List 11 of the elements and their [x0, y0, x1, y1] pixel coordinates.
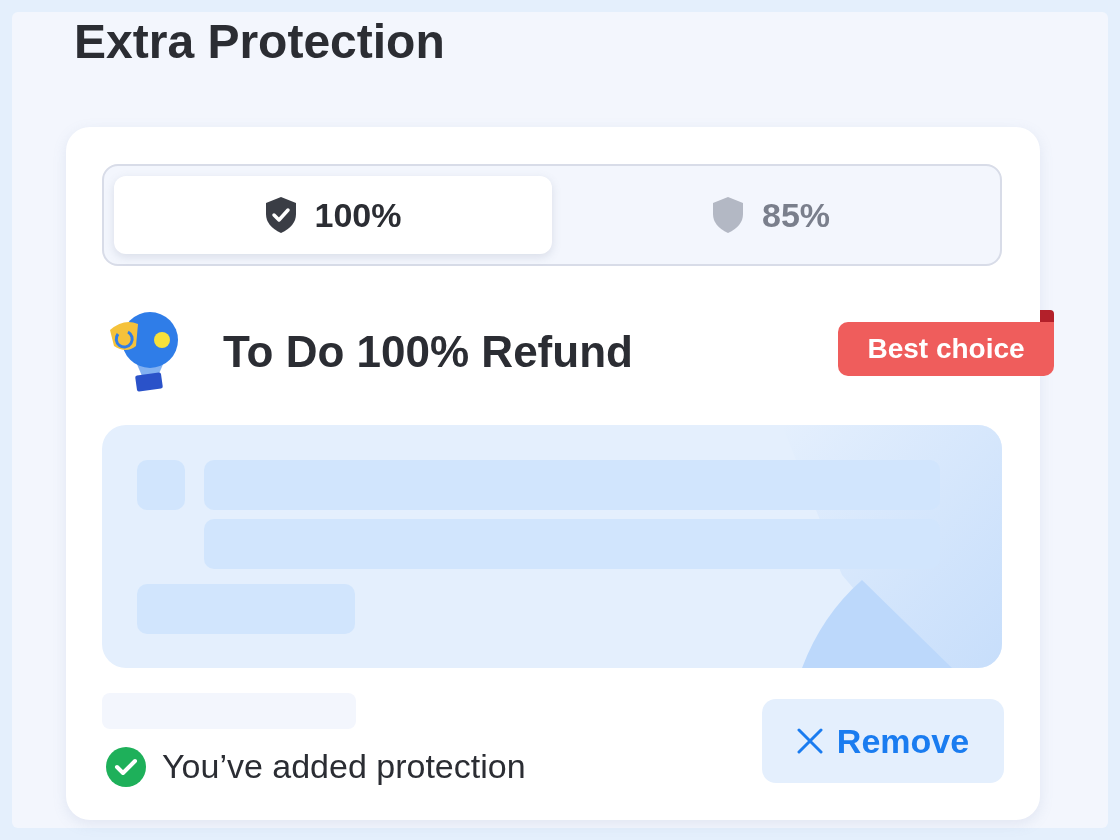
- shield-icon: [711, 196, 744, 234]
- coverage-tab[interactable]: 85%: [552, 176, 990, 254]
- coverage-tab[interactable]: 100%: [114, 176, 552, 254]
- close-icon: [796, 728, 823, 754]
- shield-icon: [264, 196, 297, 234]
- remove-button[interactable]: Remove: [762, 699, 1004, 783]
- fold-corner-icon: [1040, 310, 1054, 322]
- section-title: Extra Protection: [74, 14, 445, 70]
- status-text: You’ve added protection: [162, 746, 526, 787]
- plan-title: To Do 100% Refund: [223, 326, 633, 378]
- best-choice-badge: Best choice: [838, 322, 1054, 376]
